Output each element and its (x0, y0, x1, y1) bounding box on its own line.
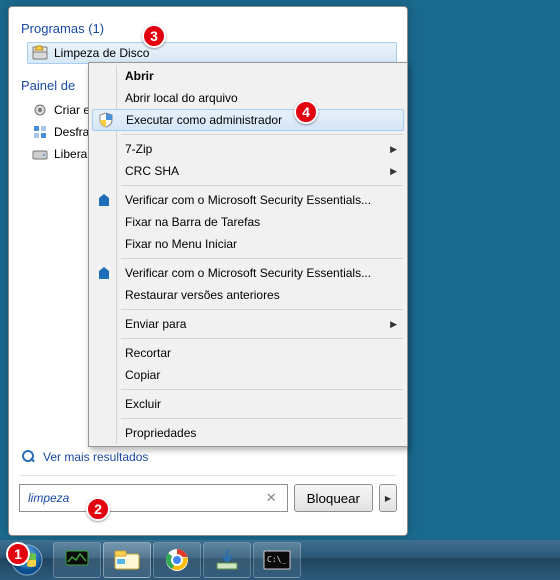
result-label: Limpeza de Disco (54, 46, 149, 60)
chevron-right-icon: ▶ (390, 319, 397, 330)
menu-label: Abrir local do arquivo (125, 91, 238, 105)
see-more-results[interactable]: Ver mais resultados (19, 445, 397, 469)
menu-properties[interactable]: Propriedades (91, 422, 405, 444)
taskbar-app-1[interactable] (53, 542, 101, 578)
menu-copy[interactable]: Copiar (91, 364, 405, 386)
menu-open-location[interactable]: Abrir local do arquivo (91, 87, 405, 109)
taskbar-downloader[interactable] (203, 542, 251, 578)
search-input[interactable] (26, 490, 256, 506)
panel-item-label: Libera (54, 147, 87, 161)
mse-icon (96, 192, 112, 208)
clear-search-icon[interactable]: ✕ (262, 490, 281, 506)
panel-item-label: Desfra (54, 125, 89, 139)
menu-mse-scan-2[interactable]: Verificar com o Microsoft Security Essen… (91, 262, 405, 284)
menu-delete[interactable]: Excluir (91, 393, 405, 415)
menu-label: CRC SHA (125, 164, 179, 178)
panel-item-label: Criar e (54, 103, 90, 117)
menu-label: Fixar na Barra de Tarefas (125, 215, 260, 229)
menu-pin-taskbar[interactable]: Fixar na Barra de Tarefas (91, 211, 405, 233)
search-row: ✕ Bloquear ▶ (19, 484, 397, 512)
menu-label: Recortar (125, 346, 171, 360)
mse-icon (96, 265, 112, 281)
menu-cut[interactable]: Recortar (91, 342, 405, 364)
menu-7zip[interactable]: 7-Zip ▶ (91, 138, 405, 160)
menu-mse-scan[interactable]: Verificar com o Microsoft Security Essen… (91, 189, 405, 211)
gear-icon (32, 102, 48, 118)
chrome-icon (165, 548, 189, 572)
svg-text:C:\_: C:\_ (267, 555, 286, 564)
taskbar: C:\_ (0, 540, 560, 580)
lock-button[interactable]: Bloquear (294, 484, 373, 512)
menu-pin-start[interactable]: Fixar no Menu Iniciar (91, 233, 405, 255)
menu-restore-versions[interactable]: Restaurar versões anteriores (91, 284, 405, 306)
lock-options-button[interactable]: ▶ (379, 484, 397, 512)
menu-label: Fixar no Menu Iniciar (125, 237, 237, 251)
annotation-badge-1: 1 (6, 542, 30, 566)
taskbar-cmd[interactable]: C:\_ (253, 542, 301, 578)
defrag-icon (32, 124, 48, 140)
annotation-badge-4: 4 (294, 100, 318, 124)
shield-icon (98, 112, 114, 128)
download-icon (215, 549, 239, 571)
menu-label: Enviar para (125, 317, 186, 331)
taskbar-explorer[interactable] (103, 542, 151, 578)
menu-open[interactable]: Abrir (91, 65, 405, 87)
menu-label: Copiar (125, 368, 160, 382)
divider (19, 475, 397, 476)
search-box[interactable]: ✕ (19, 484, 288, 512)
menu-send-to[interactable]: Enviar para ▶ (91, 313, 405, 335)
monitor-icon (64, 549, 90, 571)
menu-label: Verificar com o Microsoft Security Essen… (125, 193, 371, 207)
cmd-icon: C:\_ (263, 550, 291, 570)
menu-label: 7-Zip (125, 142, 152, 156)
menu-crc-sha[interactable]: CRC SHA ▶ (91, 160, 405, 182)
menu-label: Restaurar versões anteriores (125, 288, 280, 302)
search-icon (21, 449, 37, 465)
programs-heading: Programas (1) (19, 17, 397, 42)
see-more-label: Ver mais resultados (43, 450, 148, 464)
context-menu: Abrir Abrir local do arquivo Executar co… (88, 62, 408, 447)
chevron-right-icon: ▶ (390, 144, 397, 155)
menu-label: Excluir (125, 397, 161, 411)
disk-cleanup-icon (32, 45, 48, 61)
annotation-badge-3: 3 (142, 24, 166, 48)
disk-icon (32, 146, 48, 162)
annotation-badge-2: 2 (86, 497, 110, 521)
result-limpeza-de-disco[interactable]: Limpeza de Disco (27, 42, 397, 64)
explorer-icon (113, 549, 141, 571)
taskbar-chrome[interactable] (153, 542, 201, 578)
chevron-right-icon: ▶ (390, 166, 397, 177)
menu-label: Propriedades (125, 426, 196, 440)
menu-label: Abrir (125, 69, 154, 83)
menu-label: Executar como administrador (126, 113, 282, 127)
menu-label: Verificar com o Microsoft Security Essen… (125, 266, 371, 280)
menu-run-as-admin[interactable]: Executar como administrador (92, 109, 404, 131)
